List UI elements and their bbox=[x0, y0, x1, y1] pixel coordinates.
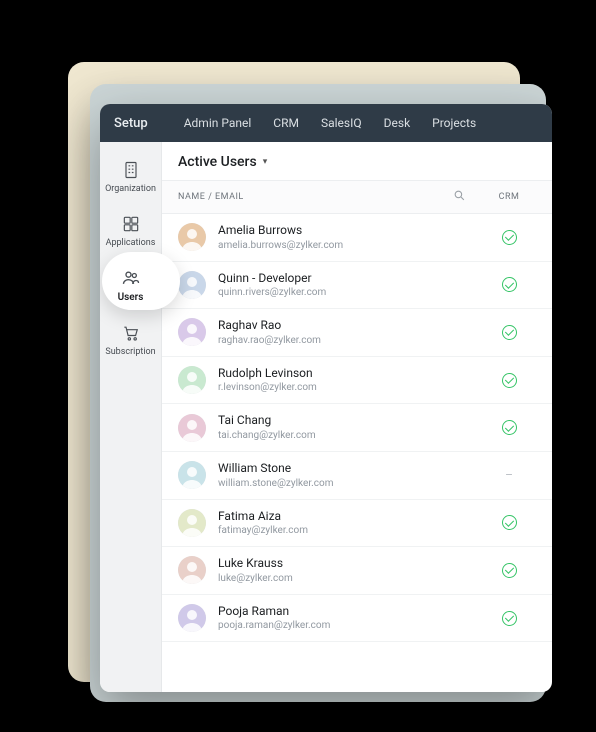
user-name: William Stone bbox=[218, 461, 482, 477]
user-identity: Luke Kraussluke@zylker.com bbox=[218, 556, 482, 585]
check-icon bbox=[502, 611, 517, 626]
user-name: Fatima Aiza bbox=[218, 509, 482, 525]
column-header-crm: CRM bbox=[482, 192, 536, 202]
crm-status bbox=[482, 277, 536, 293]
sidebar-item-label: Applications bbox=[106, 239, 156, 248]
user-identity: Rudolph Levinsonr.levinson@zylker.com bbox=[218, 366, 482, 395]
app-title: Setup bbox=[114, 116, 148, 131]
user-identity: Fatima Aizafatimay@zylker.com bbox=[218, 509, 482, 538]
crm-status: – bbox=[482, 468, 536, 482]
user-email: william.stone@zylker.com bbox=[218, 477, 482, 490]
avatar bbox=[178, 461, 206, 489]
crm-status bbox=[482, 515, 536, 531]
user-name: Luke Krauss bbox=[218, 556, 482, 572]
avatar bbox=[178, 318, 206, 346]
check-icon bbox=[502, 277, 517, 292]
check-icon bbox=[502, 325, 517, 340]
user-name: Tai Chang bbox=[218, 413, 482, 429]
sidebar-item-label: Organization bbox=[105, 185, 156, 194]
check-icon bbox=[502, 515, 517, 530]
user-name: Quinn - Developer bbox=[218, 271, 482, 287]
user-name: Raghav Rao bbox=[218, 318, 482, 334]
avatar bbox=[178, 223, 206, 251]
user-email: r.levinson@zylker.com bbox=[218, 381, 482, 394]
sidebar-item-label: Subscription bbox=[105, 348, 155, 357]
crm-status bbox=[482, 610, 536, 626]
user-row[interactable]: Amelia Burrowsamelia.burrows@zylker.com bbox=[162, 214, 552, 262]
crm-status bbox=[482, 420, 536, 436]
user-identity: Raghav Raoraghav.rao@zylker.com bbox=[218, 318, 482, 347]
crm-status bbox=[482, 229, 536, 245]
check-icon bbox=[502, 563, 517, 578]
building-icon bbox=[120, 159, 142, 181]
check-icon bbox=[502, 230, 517, 245]
user-row[interactable]: Pooja Ramanpooja.raman@zylker.com bbox=[162, 595, 552, 643]
user-email: tai.chang@zylker.com bbox=[218, 429, 482, 442]
user-email: fatimay@zylker.com bbox=[218, 524, 482, 537]
user-name: Amelia Burrows bbox=[218, 223, 482, 239]
table-header: NAME / EMAIL CRM bbox=[162, 180, 552, 214]
check-icon bbox=[502, 420, 517, 435]
crm-status bbox=[482, 562, 536, 578]
main-panel: Active Users ▾ NAME / EMAIL CRM Amelia B… bbox=[162, 142, 552, 692]
user-identity: Pooja Ramanpooja.raman@zylker.com bbox=[218, 604, 482, 633]
crm-status bbox=[482, 372, 536, 388]
user-name: Rudolph Levinson bbox=[218, 366, 482, 382]
user-row[interactable]: Luke Kraussluke@zylker.com bbox=[162, 547, 552, 595]
nav-admin-panel[interactable]: Admin Panel bbox=[184, 116, 252, 130]
column-header-name-email: NAME / EMAIL bbox=[178, 192, 244, 202]
nav-desk[interactable]: Desk bbox=[384, 116, 411, 130]
avatar bbox=[178, 366, 206, 394]
cart-icon bbox=[120, 322, 142, 344]
user-identity: William Stonewilliam.stone@zylker.com bbox=[218, 461, 482, 490]
user-row[interactable]: Rudolph Levinsonr.levinson@zylker.com bbox=[162, 357, 552, 405]
avatar bbox=[178, 604, 206, 632]
user-row[interactable]: William Stonewilliam.stone@zylker.com– bbox=[162, 452, 552, 500]
user-row[interactable]: Tai Changtai.chang@zylker.com bbox=[162, 404, 552, 452]
chevron-down-icon: ▾ bbox=[263, 157, 268, 167]
sidebar-item-users[interactable]: Users bbox=[100, 258, 161, 313]
nav-projects[interactable]: Projects bbox=[432, 116, 476, 130]
user-identity: Amelia Burrowsamelia.burrows@zylker.com bbox=[218, 223, 482, 252]
user-email: quinn.rivers@zylker.com bbox=[218, 286, 482, 299]
user-email: raghav.rao@zylker.com bbox=[218, 334, 482, 347]
nav-crm[interactable]: CRM bbox=[273, 116, 299, 130]
sidebar: Organization Applications Users bbox=[100, 142, 162, 692]
check-icon bbox=[502, 373, 517, 388]
page-title-text: Active Users bbox=[178, 154, 257, 170]
apps-icon bbox=[120, 213, 142, 235]
user-name: Pooja Raman bbox=[218, 604, 482, 620]
avatar bbox=[178, 414, 206, 442]
user-row[interactable]: Fatima Aizafatimay@zylker.com bbox=[162, 500, 552, 548]
app-window: Setup Admin Panel CRM SalesIQ Desk Proje… bbox=[100, 104, 552, 692]
user-row[interactable]: Quinn - Developerquinn.rivers@zylker.com bbox=[162, 262, 552, 310]
user-identity: Tai Changtai.chang@zylker.com bbox=[218, 413, 482, 442]
user-email: luke@zylker.com bbox=[218, 572, 482, 585]
sidebar-item-subscription[interactable]: Subscription bbox=[100, 313, 161, 367]
users-icon bbox=[120, 267, 142, 289]
sidebar-item-applications[interactable]: Applications bbox=[100, 204, 161, 258]
user-email: amelia.burrows@zylker.com bbox=[218, 239, 482, 252]
avatar bbox=[178, 271, 206, 299]
search-icon[interactable] bbox=[453, 189, 466, 205]
sidebar-item-label: Users bbox=[118, 293, 144, 303]
top-bar: Setup Admin Panel CRM SalesIQ Desk Proje… bbox=[100, 104, 552, 142]
avatar bbox=[178, 556, 206, 584]
avatar bbox=[178, 509, 206, 537]
sidebar-item-organization[interactable]: Organization bbox=[100, 150, 161, 204]
nav-salesiq[interactable]: SalesIQ bbox=[321, 116, 362, 130]
user-email: pooja.raman@zylker.com bbox=[218, 619, 482, 632]
user-identity: Quinn - Developerquinn.rivers@zylker.com bbox=[218, 271, 482, 300]
page-title-dropdown[interactable]: Active Users ▾ bbox=[162, 142, 552, 180]
user-list: Amelia Burrowsamelia.burrows@zylker.com Q… bbox=[162, 214, 552, 692]
user-row[interactable]: Raghav Raoraghav.rao@zylker.com bbox=[162, 309, 552, 357]
crm-status bbox=[482, 324, 536, 340]
